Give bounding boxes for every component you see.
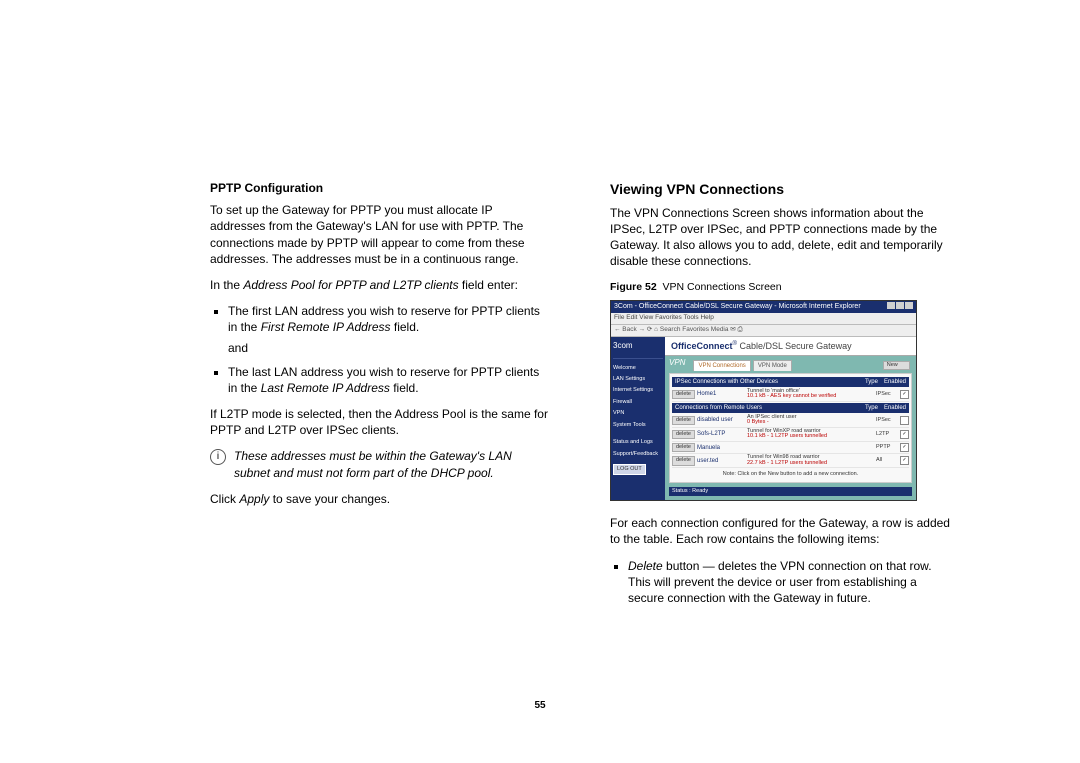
figure-caption: Figure 52 VPN Connections Screen	[610, 280, 950, 294]
tab-vpn-mode[interactable]: VPN Mode	[753, 360, 792, 371]
vpn-item-delete: Delete button — deletes the VPN connecti…	[628, 558, 950, 607]
table-row: delete user.ted Tunnel for Win98 road wa…	[672, 454, 909, 468]
sidebar-item-welcome[interactable]: Welcome	[613, 363, 663, 374]
enabled-checkbox[interactable]: ✓	[900, 430, 909, 439]
vpn-intro: The VPN Connections Screen shows informa…	[610, 205, 950, 270]
window-buttons	[886, 302, 913, 312]
pptp-field-intro: In the Address Pool for PPTP and L2TP cl…	[210, 277, 550, 293]
section-ipsec-devices: IPSec Connections with Other Devices Typ…	[672, 377, 909, 387]
window-titlebar: 3Com - OfficeConnect Cable/DSL Secure Ga…	[611, 301, 916, 313]
pptp-apply: Click Apply to save your changes.	[210, 491, 550, 507]
sidebar-item-lan[interactable]: LAN Settings	[613, 374, 663, 385]
sidebar: 3com Welcome LAN Settings Internet Setti…	[611, 337, 665, 500]
vpn-item-list: Delete button — deletes the VPN connecti…	[610, 558, 950, 607]
delete-button[interactable]: delete	[672, 443, 695, 452]
pptp-l2tp-note: If L2TP mode is selected, then the Addre…	[210, 406, 550, 438]
sidebar-item-status[interactable]: Status and Logs	[613, 437, 663, 448]
sidebar-item-vpn[interactable]: VPN	[613, 408, 663, 419]
pptp-heading: PPTP Configuration	[210, 180, 550, 196]
info-icon: i	[210, 449, 226, 465]
new-button[interactable]: New	[883, 361, 910, 370]
section-vpn: VPN	[665, 356, 689, 371]
table-row: delete Home1 Tunnel to 'main office'10.1…	[672, 388, 909, 402]
vpn-table-intro: For each connection configured for the G…	[610, 515, 950, 547]
table-row: delete Manuela PPTP ✓	[672, 442, 909, 454]
left-column: PPTP Configuration To set up the Gateway…	[210, 180, 550, 616]
enabled-checkbox[interactable]: ✓	[900, 456, 909, 465]
conn-name[interactable]: Sofs-L2TP	[697, 430, 745, 438]
logo-3com: 3com	[613, 339, 663, 359]
delete-button[interactable]: delete	[672, 416, 695, 425]
delete-button[interactable]: delete	[672, 456, 695, 465]
connections-panel: IPSec Connections with Other Devices Typ…	[669, 373, 912, 483]
sidebar-item-system[interactable]: System Tools	[613, 420, 663, 431]
info-note: i These addresses must be within the Gat…	[210, 448, 550, 480]
right-column: Viewing VPN Connections The VPN Connecti…	[610, 180, 950, 616]
delete-button[interactable]: delete	[672, 430, 695, 439]
pptp-list: The first LAN address you wish to reserv…	[210, 303, 550, 396]
product-header: OfficeConnect® Cable/DSL Secure Gateway	[665, 337, 916, 356]
tab-vpn-connections[interactable]: VPN Connections	[693, 360, 750, 371]
enabled-checkbox[interactable]: ✓	[900, 443, 909, 452]
conn-name[interactable]: Home1	[697, 390, 745, 398]
browser-menubar: File Edit View Favorites Tools Help	[611, 313, 916, 325]
sidebar-item-support[interactable]: Support/Feedback	[613, 449, 663, 460]
vpn-heading: Viewing VPN Connections	[610, 180, 950, 199]
pptp-list-item-first: The first LAN address you wish to reserv…	[228, 303, 550, 356]
conn-name[interactable]: Manuela	[697, 444, 745, 452]
status-bar: Status : Ready	[669, 487, 912, 496]
window-title: 3Com - OfficeConnect Cable/DSL Secure Ga…	[614, 302, 861, 312]
sidebar-item-internet[interactable]: Internet Settings	[613, 385, 663, 396]
tabs: VPN Connections VPN Mode	[689, 358, 791, 371]
screenshot-vpn-connections: 3Com - OfficeConnect Cable/DSL Secure Ga…	[610, 300, 917, 501]
browser-toolbar: ← Back → ⟳ ⌂ Search Favorites Media ✉ ⎙	[611, 325, 916, 337]
sidebar-item-firewall[interactable]: Firewall	[613, 397, 663, 408]
table-row: delete Sofs-L2TP Tunnel for WinXP road w…	[672, 428, 909, 442]
section-remote-users: Connections from Remote Users Type Enabl…	[672, 403, 909, 413]
enabled-checkbox[interactable]: ✓	[900, 390, 909, 399]
conn-name[interactable]: disabled user	[697, 416, 745, 424]
logout-button[interactable]: LOG OUT	[613, 464, 646, 475]
page-number: 55	[0, 700, 1080, 711]
conn-name[interactable]: user.ted	[697, 457, 745, 465]
enabled-checkbox[interactable]	[900, 416, 909, 425]
table-row: delete disabled user An IPSec client use…	[672, 414, 909, 428]
info-note-text: These addresses must be within the Gatew…	[234, 448, 550, 480]
panel-note: Note: Click on the New button to add a n…	[672, 468, 909, 479]
delete-button[interactable]: delete	[672, 390, 695, 399]
main-panel: OfficeConnect® Cable/DSL Secure Gateway …	[665, 337, 916, 500]
pptp-list-item-last: The last LAN address you wish to reserve…	[228, 364, 550, 396]
pptp-intro: To set up the Gateway for PPTP you must …	[210, 202, 550, 267]
